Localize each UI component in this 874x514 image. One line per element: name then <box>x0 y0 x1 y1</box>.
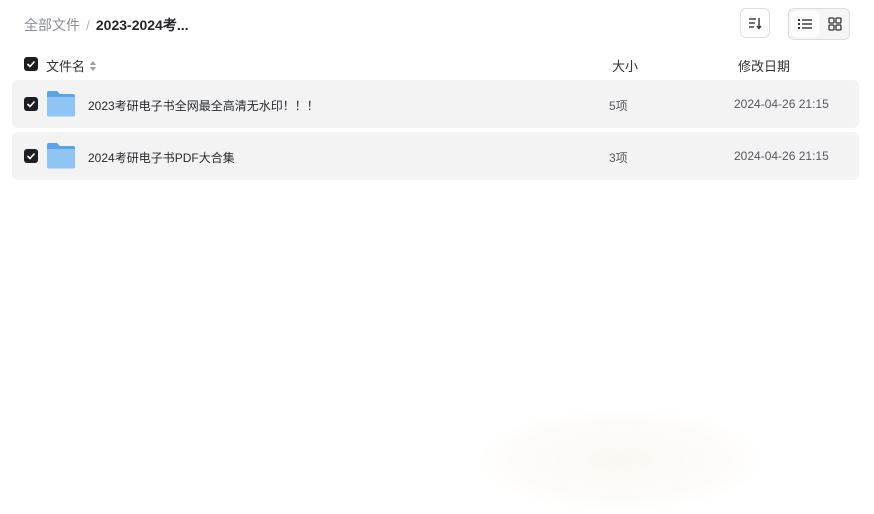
column-header-date[interactable]: 修改日期 <box>738 56 790 75</box>
file-size: 3项 <box>609 151 628 165</box>
sort-toggle-icon <box>90 60 97 71</box>
file-date: 2024-04-26 21:15 <box>734 149 829 163</box>
file-size: 5项 <box>609 99 628 113</box>
list-view-button[interactable] <box>791 11 819 37</box>
check-icon <box>26 100 36 108</box>
check-icon <box>26 60 36 68</box>
breadcrumb-current: 2023-2024考... <box>95 17 189 33</box>
file-row[interactable]: 2024考研电子书PDF大合集 3项 2024-04-26 21:15 <box>12 132 859 180</box>
folder-icon <box>47 91 75 117</box>
column-header-size[interactable]: 大小 <box>612 56 638 75</box>
view-mode-switch <box>788 8 850 40</box>
sort-icon <box>749 18 762 30</box>
row-checkbox[interactable] <box>24 97 38 111</box>
column-header-name[interactable]: 文件名 <box>46 56 97 75</box>
file-row[interactable]: 2023考研电子书全网最全高清无水印！！！ 5项 2024-04-26 21:1… <box>12 80 859 128</box>
breadcrumb-root[interactable]: 全部文件 <box>24 15 80 35</box>
file-name[interactable]: 2023考研电子书全网最全高清无水印！！！ <box>88 97 319 114</box>
check-icon <box>26 152 36 160</box>
file-list-header: 文件名 大小 修改日期 <box>12 52 859 76</box>
file-date: 2024-04-26 21:15 <box>734 97 829 111</box>
breadcrumb-separator: / <box>86 17 90 33</box>
grid-view-icon <box>828 17 842 31</box>
file-name[interactable]: 2024考研电子书PDF大合集 <box>88 149 235 166</box>
background-blur <box>480 410 760 510</box>
grid-view-button[interactable] <box>821 9 849 39</box>
folder-icon <box>47 143 75 169</box>
top-bar: 全部文件 / 2023-2024考... <box>0 0 874 48</box>
select-all-checkbox[interactable] <box>24 57 38 71</box>
list-view-icon <box>798 19 812 29</box>
sort-button[interactable] <box>740 8 770 38</box>
row-checkbox[interactable] <box>24 149 38 163</box>
column-name-label: 文件名 <box>46 59 86 74</box>
breadcrumb: 全部文件 / 2023-2024考... <box>24 15 189 35</box>
